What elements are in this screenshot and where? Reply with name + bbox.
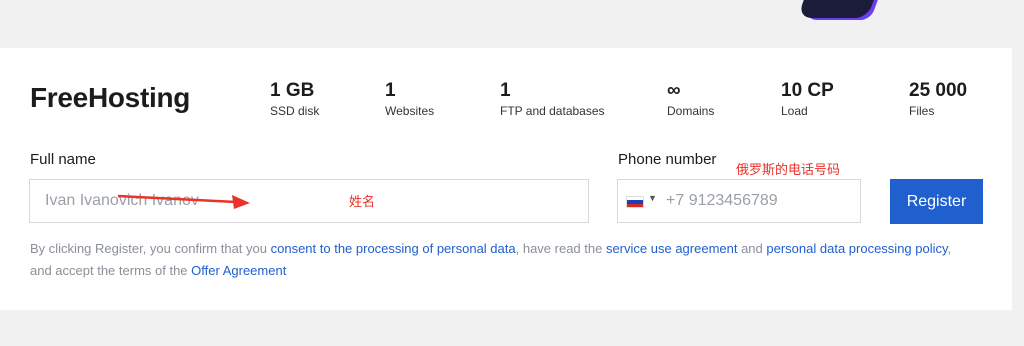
chevron-down-icon[interactable]: ▼ [648,193,657,203]
stat-value: ∞ [667,80,681,101]
stat-value: 10 CP [781,80,834,101]
offer-agreement-link[interactable]: Offer Agreement [191,263,286,278]
consent-text: By clicking Register, you confirm that y… [30,238,970,282]
stat-domains: ∞ Domains [667,80,714,118]
annotation-arrow [118,194,250,209]
stat-label: Load [781,104,808,118]
stat-label: FTP and databases [500,104,605,118]
consent-text-part: and [737,241,767,256]
consent-link[interactable]: consent to the processing of personal da… [271,241,516,256]
service-agreement-link[interactable]: service use agreement [606,241,738,256]
register-button[interactable]: Register [890,179,983,224]
stat-websites: 1 Websites [385,80,434,118]
stat-files: 25 000 Files [909,80,967,118]
stat-ssd: 1 GB SSD disk [270,80,319,118]
stat-label: Websites [385,104,435,118]
top-strip [0,0,1024,48]
phone-annotation: 俄罗斯的电话号码 [736,163,841,178]
consent-text-part: By clicking Register, you confirm that y… [30,241,271,256]
brand-title: FreeHosting [30,82,191,113]
stat-value: 25 000 [909,80,968,101]
privacy-policy-link[interactable]: personal data processing policy [766,241,947,256]
decorative-device-image [797,0,885,18]
stat-load: 10 CP Load [781,80,834,118]
stat-value: 1 [385,80,396,101]
stat-value: 1 [500,80,511,101]
consent-text-part: , have read the [515,241,606,256]
name-annotation: 姓名 [349,195,376,210]
page: FreeHosting 1 GB SSD disk 1 Websites 1 F… [0,0,1024,346]
stat-label: Files [909,104,935,118]
stat-label: Domains [667,104,715,118]
phone-label: Phone number [618,151,717,168]
stat-ftp: 1 FTP and databases [500,80,605,118]
russia-flag-icon[interactable] [626,196,644,208]
phone-input[interactable] [664,179,864,223]
stat-value: 1 GB [270,80,315,101]
stat-label: SSD disk [270,104,320,118]
full-name-label: Full name [30,151,96,168]
